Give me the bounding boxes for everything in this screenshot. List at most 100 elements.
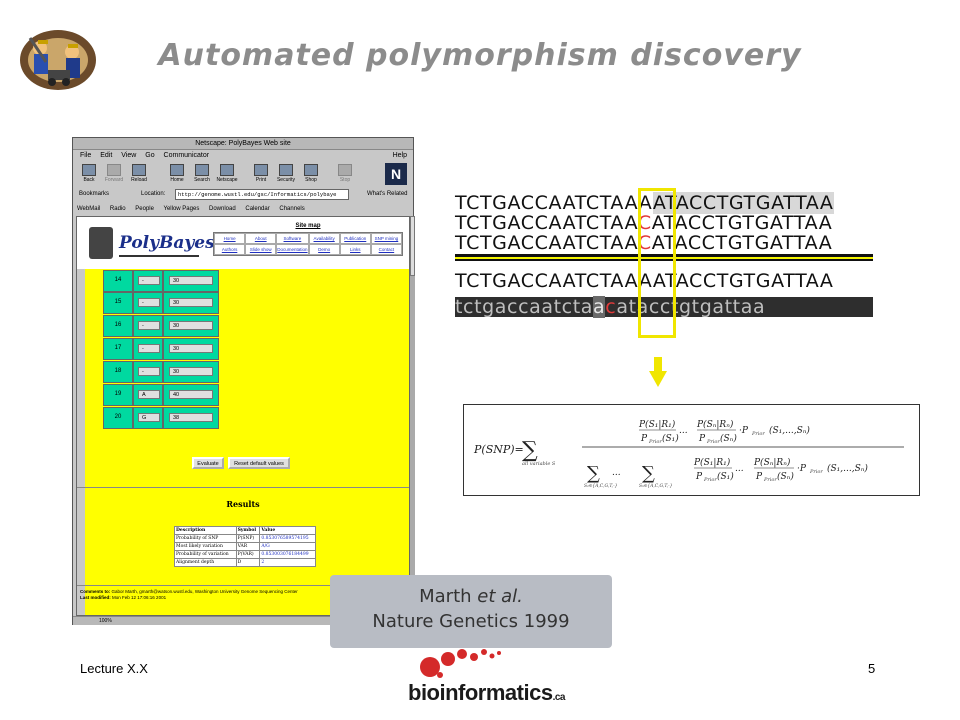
bookmarks-button[interactable]: Bookmarks [79,188,109,200]
svg-text:S₁∈{A,C,G,T,-}: S₁∈{A,C,G,T,-} [584,483,618,489]
reset-defaults-button[interactable]: Reset default values [228,457,290,469]
stop-icon [338,164,352,176]
result-symbol: P(VAR) [235,550,261,559]
vertical-scrollbar[interactable] [410,216,415,616]
yellow-pages-link[interactable]: Yellow Pages [164,206,200,212]
whats-related-button[interactable]: What's Related [367,188,408,200]
security-button[interactable]: Security [274,164,298,186]
svg-text:P(Sₙ|Rₙ): P(Sₙ|Rₙ) [753,457,791,468]
num-term-1: P(S₁|R₁) [638,419,676,430]
divider [77,487,409,488]
menu-view[interactable]: View [121,152,136,159]
comments-text[interactable]: Gabor Marth, gmarth@watson.wustl.edu, Wa… [112,589,298,594]
forward-arrow-icon [107,164,121,176]
result-description: Probability of SNP [174,534,237,543]
home-button[interactable]: Home [165,164,189,186]
base-select[interactable]: A [138,390,160,399]
polybayes-header: PolyBayes Site map Home About Software A… [77,217,409,269]
channels-link[interactable]: Channels [279,206,304,212]
svg-text:P(S₁|R₁): P(S₁|R₁) [693,457,731,468]
base-select[interactable]: - [138,367,160,376]
base-select[interactable]: - [138,321,160,330]
download-link[interactable]: Download [209,206,236,212]
svg-text:∑: ∑ [587,463,600,484]
quality-select[interactable]: 30 [169,367,213,376]
row-id: 19 [114,391,122,397]
result-description: Most likely variation [174,542,237,551]
sitemap-link-home[interactable]: Home [214,233,246,244]
sitemap-link-snp-mining[interactable]: SNP mining [370,233,402,244]
sitemap-link-links[interactable]: Links [339,244,371,255]
stop-button[interactable]: Stop [333,164,357,186]
home-icon [170,164,184,176]
table-row: 19 A 40 [103,384,223,406]
netscape-logo-icon: N [385,163,407,185]
netscape-button[interactable]: Netscape [215,164,239,186]
sitemap-link-software[interactable]: Software [276,233,309,244]
reload-button[interactable]: Reload [127,164,151,186]
sitemap-link-availability[interactable]: Availability [308,233,340,244]
calendar-link[interactable]: Calendar [245,206,269,212]
scrollbar-thumb[interactable] [410,216,415,276]
menu-communicator[interactable]: Communicator [164,152,210,159]
down-arrow-icon [649,357,667,387]
table-row: 18 - 30 [103,361,223,383]
quality-select[interactable]: 30 [169,321,213,330]
sitemap-link-about[interactable]: About [245,233,277,244]
base-select[interactable]: - [138,344,160,353]
radio-link[interactable]: Radio [110,206,126,212]
menu-edit[interactable]: Edit [100,152,112,159]
svg-text:Sₙ∈{A,C,G,T,-}: Sₙ∈{A,C,G,T,-} [639,483,673,489]
quality-select[interactable]: 30 [169,344,213,353]
last-modified-date: Mon Feb 12 17:06:16 2001 [112,595,167,600]
forward-button[interactable]: Forward [102,164,126,186]
svg-text:·P: ·P [797,464,807,474]
search-button[interactable]: Search [190,164,214,186]
base-select[interactable]: G [138,413,160,422]
form-buttons: Evaluate Reset default values [192,457,292,471]
shop-button[interactable]: Shop [299,164,323,186]
menu-go[interactable]: Go [145,152,154,159]
row-id: 18 [114,368,122,374]
table-row: 16 - 30 [103,315,223,337]
evaluate-button[interactable]: Evaluate [192,457,224,469]
netscape-browser-window: Netscape: PolyBayes Web site File Edit V… [72,137,415,625]
num-term-n: P(Sₙ|Rₙ) [696,419,734,430]
menu-help[interactable]: Help [393,150,407,162]
netscape-icon [220,164,234,176]
row-id: 14 [114,277,122,283]
print-button[interactable]: Print [249,164,273,186]
base-select[interactable]: - [138,298,160,307]
sitemap-link-authors[interactable]: Authors [214,244,246,255]
snp-probability-formula: P(SNP)= ∑ all variable S P(S₁|R₁) P Prio… [463,404,920,496]
quality-select[interactable]: 30 [169,298,213,307]
table-row: Description Symbol Value [174,526,316,535]
sitemap-link-slide-show[interactable]: Slide show [245,244,277,255]
row-id: 17 [114,345,122,351]
result-value: 0.853003076184499 [259,550,316,559]
url-input[interactable]: http://genome.wustl.edu/gsc/Informatics/… [175,189,349,200]
quality-select[interactable]: 38 [169,413,213,422]
back-button[interactable]: Back [77,164,101,186]
quality-select[interactable]: 30 [169,276,213,285]
result-value: 2 [259,558,316,567]
sitemap-link-documentation[interactable]: Documentation [276,244,309,255]
sitemap-link-contact[interactable]: Contact [370,244,402,255]
sitemap-link-demo[interactable]: Demo [308,244,340,255]
author-photo [89,227,113,259]
svg-text:Prior: Prior [751,431,765,437]
result-value: 0.853076589574195 [259,534,316,543]
svg-text:Prior: Prior [648,439,662,445]
people-link[interactable]: People [135,206,154,212]
menu-file[interactable]: File [80,152,91,159]
personal-toolbar: WebMail Radio People Yellow Pages Downlo… [77,204,411,214]
base-select[interactable]: - [138,276,160,285]
sitemap-link-publication[interactable]: Publication [339,233,371,244]
quality-select[interactable]: 40 [169,390,213,399]
results-title: Results [226,499,260,509]
polybayes-logo: PolyBayes [119,233,215,253]
webmail-link[interactable]: WebMail [77,206,100,212]
svg-text:(S₁,...,Sₙ): (S₁,...,Sₙ) [769,425,810,436]
location-label: Location: [141,191,166,197]
svg-text:...: ... [679,426,688,436]
